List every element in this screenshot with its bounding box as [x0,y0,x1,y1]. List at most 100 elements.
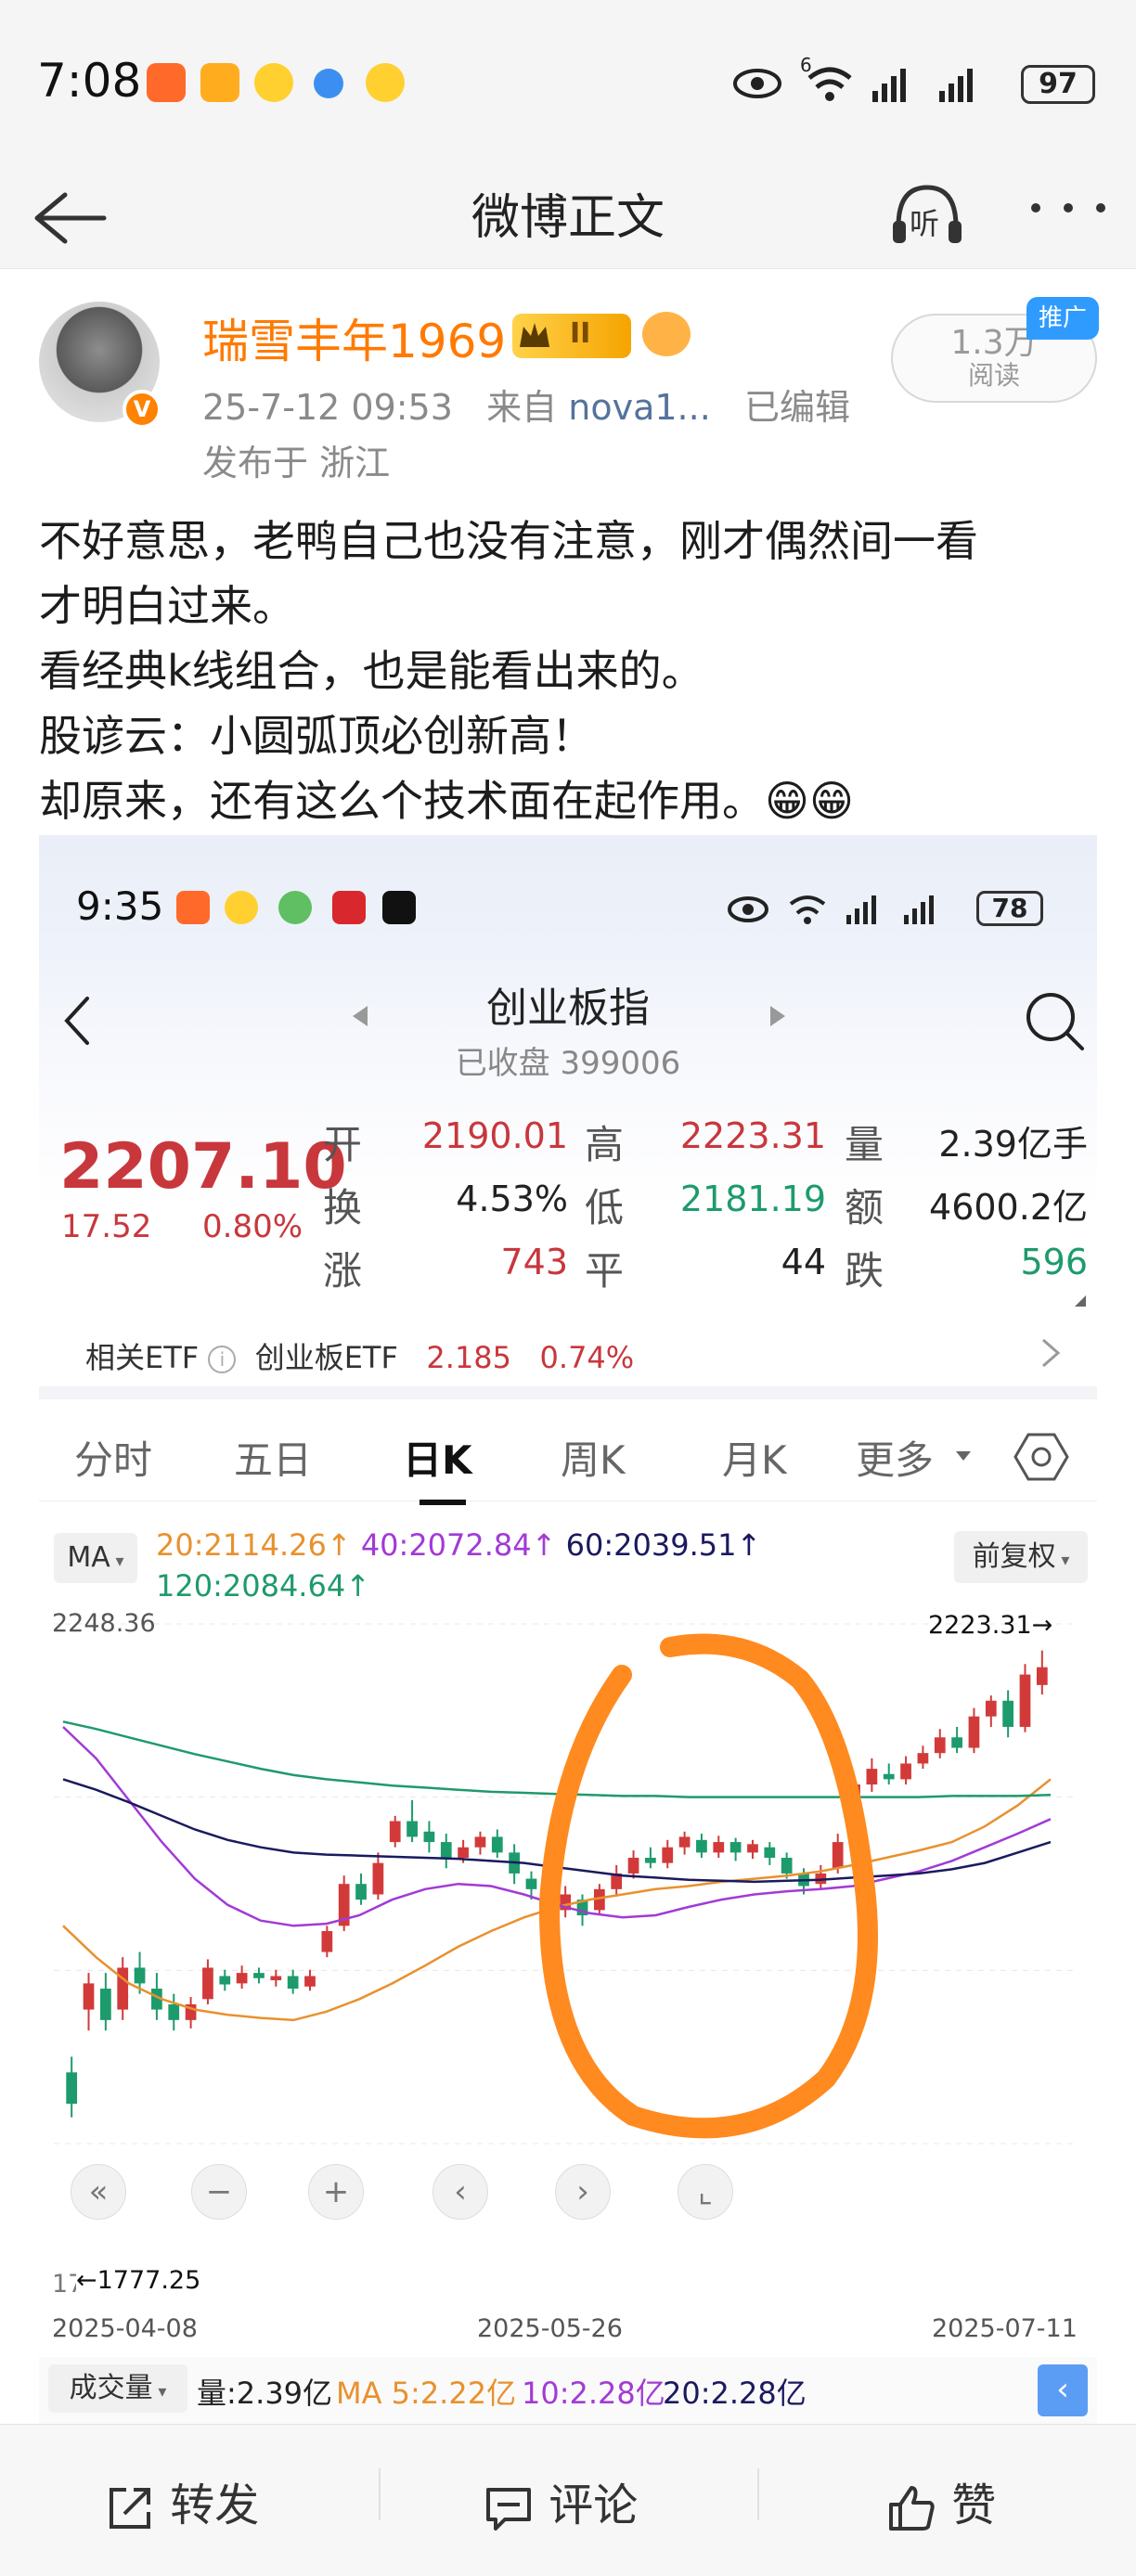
status-time: 7:08 [37,54,142,108]
related-etf-text[interactable]: 相关ETF i 创业板ETF 2.185 0.74% [85,1334,634,1377]
pan-left-button[interactable]: ‹ [432,2164,488,2220]
edited-label[interactable]: 已编辑 [744,387,850,428]
divider [379,2468,381,2520]
status-icons [733,67,973,102]
candle-body [372,1862,384,1895]
eye-icon [733,69,781,98]
etf-pct: 0.74% [539,1340,635,1375]
tab-five-day[interactable]: 五日 [234,1429,312,1486]
embedded-battery-icon: 78 [976,891,1043,926]
signal-icon [939,69,973,102]
ma-selector[interactable]: MA ▾ [54,1533,137,1583]
comment-button[interactable]: 评论 [483,2468,638,2534]
tab-daily-k[interactable]: 日K [403,1429,472,1486]
candle-body [458,1847,469,1858]
stat-label: 涨 [323,1248,363,1294]
kline-chart[interactable] [39,1596,1097,2246]
stat-label: 低 [585,1185,625,1230]
search-icon[interactable] [1023,989,1088,1054]
candle-body [287,1976,299,1990]
more-icon[interactable] [1026,197,1110,219]
stat-label: 额 [845,1185,884,1230]
stat-open: 2190.01 [421,1115,568,1156]
candle-body [474,1836,486,1848]
stat-label: 换 [323,1185,363,1230]
candle-body [355,1884,367,1900]
crown-icon [520,323,549,347]
candle-body [389,1821,401,1843]
stat-label: 跌 [845,1248,884,1294]
fullscreen-button[interactable]: ⌞ [678,2164,733,2220]
candle-body [781,1857,793,1874]
battery-icon: 97 [1021,65,1095,104]
candle-body [1019,1674,1031,1727]
candle-body [491,1836,503,1853]
volume-selector[interactable]: 成交量 ▾ [48,2364,187,2413]
like-button[interactable]: 赞 [885,2468,996,2534]
ma40-value: 40:2072.84↑ [360,1527,557,1563]
x-axis-label: 2025-07-11 [932,2314,1078,2343]
member-level-badge: II [512,314,631,358]
candle-body [219,1976,231,1985]
candle-body [713,1842,725,1853]
post-datetime: 25-7-12 09:53 [202,387,453,428]
ma-line-ma120 [62,1720,1052,1798]
collapse-panel-button[interactable]: ‹ [1038,2364,1088,2416]
source-prefix: 来自 [486,387,558,428]
embedded-screenshot[interactable]: 9:35 78 创业板指 已收盘 399006 2207.10 17.52 0.… [39,835,1097,2424]
repost-button[interactable]: 转发 [104,2468,259,2534]
post-source[interactable]: nova1... [568,387,711,428]
embedded-status-icons [728,895,934,924]
high-annotation: 2223.31→ [928,1611,1053,1640]
tab-more[interactable]: 更多 [856,1429,934,1486]
tab-monthly-k[interactable]: 月K [722,1429,787,1486]
tab-weekly-k[interactable]: 周K [561,1429,626,1486]
app-notification-icon [314,69,343,98]
post-body-line: 才明白过来。 [39,581,295,631]
candle-body [83,1983,95,2010]
stat-label: 平 [585,1248,625,1294]
stat-volume: 2.39亿手 [938,1124,1088,1165]
post-body-line: 看经典k线组合，也是能看出来的。 [39,646,704,696]
ma-selector-label: MA [67,1541,110,1574]
ma-values-row: 20:2114.26↑ 40:2072.84↑ 60:2039.51↑ [156,1527,761,1563]
wifi-icon [807,67,852,101]
weibo-notification-icon [254,63,293,102]
candle-body [407,1821,418,1837]
zoom-left-end-button[interactable]: « [71,2164,126,2220]
settings-hexagon-icon[interactable] [1013,1431,1069,1483]
stat-down-count: 596 [1020,1242,1088,1282]
stat-up-count: 743 [500,1242,568,1282]
stat-high: 2223.31 [679,1115,826,1156]
candle-body [202,1967,213,2000]
pan-right-button[interactable]: › [555,2164,611,2220]
stat-turnover: 4.53% [456,1179,568,1219]
tab-intraday[interactable]: 分时 [74,1429,152,1486]
volume-value: 量:2.39亿 [197,2376,333,2411]
etf-label: 相关ETF [85,1340,200,1375]
signal-icon [872,69,906,102]
candle-body [883,1773,895,1780]
zoom-out-button[interactable]: − [191,2164,247,2220]
author-name[interactable]: 瑞雪丰年1969 [202,304,506,371]
listen-button[interactable]: 听 [887,174,967,254]
chevron-right-icon[interactable] [1039,1336,1062,1370]
candle-body [645,1857,656,1863]
info-icon[interactable]: i [208,1346,237,1373]
stat-label: 高 [585,1122,625,1167]
post-body-line: 却原来，还有这么个技术面在起作用。😁😁 [39,776,854,826]
weibo-notification-icon [366,63,405,102]
signal-icon [904,895,934,924]
index-price: 2207.10 [59,1130,347,1204]
candle-body [134,1967,146,1984]
eye-icon [728,896,768,922]
candle-body [440,1842,452,1858]
candle-body [321,1930,333,1952]
candle-body [729,1842,742,1853]
candle-body [236,1973,248,1984]
zoom-in-button[interactable]: + [308,2164,364,2220]
thumbs-up-icon [889,2486,935,2531]
candle-body [168,2003,180,2020]
adjust-selector[interactable]: 前复权 ▾ [954,1531,1088,1583]
low-annotation: ←1777.25 [76,2266,201,2295]
